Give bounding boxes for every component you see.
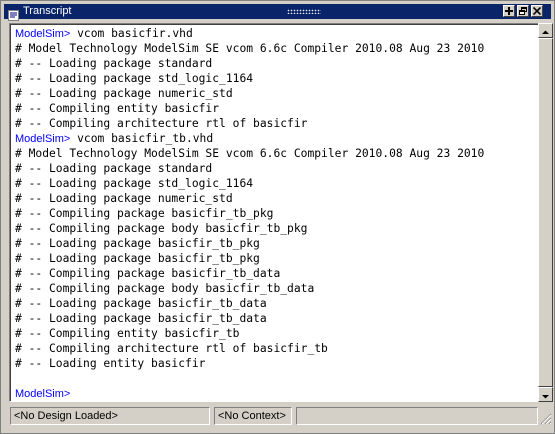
line-text: # -- Compiling package basicfir_tb_data xyxy=(15,267,281,280)
line-text: # -- Loading package basicfir_tb_data xyxy=(15,312,267,325)
line-text: # -- Compiling entity basicfir xyxy=(15,102,220,115)
transcript-line: # -- Compiling package basicfir_tb_data xyxy=(15,266,484,281)
line-text: # -- Loading package std_logic_1164 xyxy=(15,177,254,190)
transcript-line: # Model Technology ModelSim SE vcom 6.6c… xyxy=(15,146,484,161)
prompt-label: ModelSim> xyxy=(15,133,71,145)
transcript-line: ModelSim> vcom basicfir.vhd xyxy=(15,26,484,41)
transcript-line: # -- Loading package basicfir_tb_pkg xyxy=(15,251,484,266)
transcript-line: # -- Compiling architecture rtl of basic… xyxy=(15,341,484,356)
plus-icon[interactable] xyxy=(503,5,515,17)
line-text: # -- Loading package standard xyxy=(15,162,213,175)
status-design: <No Design Loaded> xyxy=(10,407,210,425)
title-bar[interactable]: Transcript xyxy=(4,4,551,21)
transcript-line: # -- Loading package numeric_std xyxy=(15,86,484,101)
line-text: # -- Compiling package body basicfir_tb_… xyxy=(15,222,308,235)
transcript-line: # -- Compiling architecture rtl of basic… xyxy=(15,116,484,131)
transcript-line xyxy=(15,371,484,386)
drag-grip[interactable] xyxy=(287,9,321,14)
line-text: vcom basicfir_tb.vhd xyxy=(70,132,214,145)
transcript-line: # -- Loading package basicfir_tb_data xyxy=(15,296,484,311)
arrow-down-icon xyxy=(542,395,549,399)
transcript-pane[interactable]: ModelSim> vcom basicfir.vhd # Model Techn… xyxy=(9,23,540,402)
transcript-line: # -- Loading entity basicfir xyxy=(15,356,484,371)
line-text: # -- Loading package std_logic_1164 xyxy=(15,72,254,85)
transcript-window: Transcript ModelSim> vcom basicfir.vhd # … xyxy=(0,0,555,434)
transcript-line: # -- Compiling entity basicfir_tb xyxy=(15,326,484,341)
line-text: # -- Loading package numeric_std xyxy=(15,87,233,100)
prompt-label: ModelSim> xyxy=(15,388,71,400)
transcript-line: # -- Loading package standard xyxy=(15,56,484,71)
transcript-line: ModelSim> xyxy=(15,386,484,401)
transcript-line: # -- Compiling entity basicfir xyxy=(15,101,484,116)
line-text: # -- Loading package standard xyxy=(15,57,213,70)
line-text: # -- Loading package numeric_std xyxy=(15,192,233,205)
line-text: # -- Loading entity basicfir xyxy=(15,357,206,370)
transcript-line: # -- Loading package basicfir_tb_pkg xyxy=(15,236,484,251)
transcript-lines: ModelSim> vcom basicfir.vhd # Model Techn… xyxy=(15,26,484,401)
transcript-line: # -- Loading package numeric_std xyxy=(15,191,484,206)
close-icon[interactable] xyxy=(531,5,543,17)
status-bar: <No Design Loaded> <No Context> xyxy=(1,404,554,433)
line-text: # -- Compiling package basicfir_tb_pkg xyxy=(15,207,274,220)
scroll-up-button[interactable] xyxy=(538,23,553,38)
status-context: <No Context> xyxy=(214,407,292,425)
transcript-line: # -- Loading package basicfir_tb_data xyxy=(15,311,484,326)
undock-icon[interactable] xyxy=(517,5,529,17)
window-title: Transcript xyxy=(23,5,72,17)
transcript-line: # -- Compiling package basicfir_tb_pkg xyxy=(15,206,484,221)
scroll-thumb[interactable] xyxy=(538,38,553,387)
resize-grip-icon[interactable] xyxy=(540,410,552,425)
line-text: # -- Loading package basicfir_tb_pkg xyxy=(15,237,260,250)
line-text: # Model Technology ModelSim SE vcom 6.6c… xyxy=(15,42,485,55)
transcript-icon xyxy=(8,6,19,21)
transcript-line: # -- Loading package standard xyxy=(15,161,484,176)
transcript-line: # -- Loading package std_logic_1164 xyxy=(15,176,484,191)
transcript-line: # Model Technology ModelSim SE vcom 6.6c… xyxy=(15,41,484,56)
vertical-scrollbar[interactable] xyxy=(538,23,553,402)
transcript-line: # -- Compiling package body basicfir_tb_… xyxy=(15,221,484,236)
line-text: # -- Loading package basicfir_tb_data xyxy=(15,297,267,310)
line-text: # -- Compiling entity basicfir_tb xyxy=(15,327,240,340)
scroll-down-button[interactable] xyxy=(538,387,553,402)
prompt-label: ModelSim> xyxy=(15,28,71,40)
line-text: # -- Compiling architecture rtl of basic… xyxy=(15,117,308,130)
line-text: # -- Compiling architecture rtl of basic… xyxy=(15,342,328,355)
transcript-line: ModelSim> vcom basicfir_tb.vhd xyxy=(15,131,484,146)
line-text: vcom basicfir.vhd xyxy=(70,27,193,40)
line-text: # -- Loading package basicfir_tb_pkg xyxy=(15,252,260,265)
status-extra xyxy=(296,407,538,425)
transcript-line: # -- Compiling package body basicfir_tb_… xyxy=(15,281,484,296)
line-text: # Model Technology ModelSim SE vcom 6.6c… xyxy=(15,147,485,160)
transcript-line: # -- Loading package std_logic_1164 xyxy=(15,71,484,86)
line-text: # -- Compiling package body basicfir_tb_… xyxy=(15,282,315,295)
